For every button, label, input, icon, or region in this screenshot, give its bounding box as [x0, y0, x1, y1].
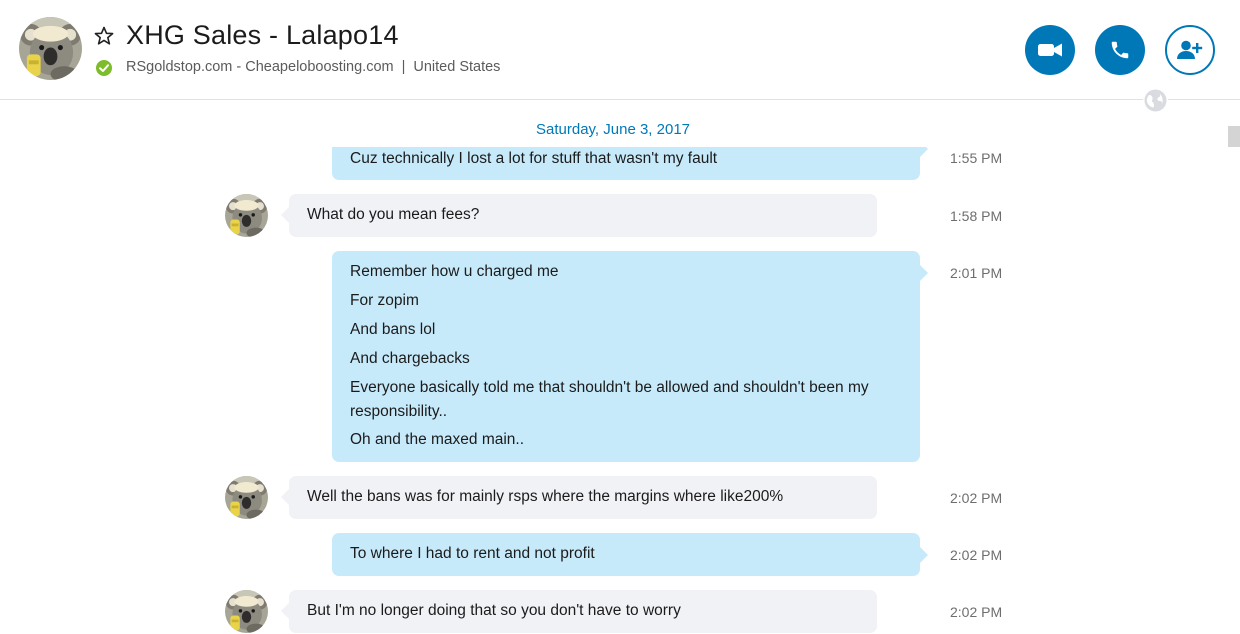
message-text: Everyone basically told me that shouldn'… [350, 379, 869, 396]
video-camera-icon [1038, 43, 1062, 57]
message-timestamp: 1:58 PM [950, 208, 1003, 224]
message-timestamp: 2:02 PM [950, 490, 1003, 506]
message-text: To where I had to rent and not profit [350, 545, 595, 562]
sender-avatar[interactable] [225, 476, 268, 519]
outgoing-message-bubble[interactable]: To where I had to rent and not profit [332, 533, 928, 576]
conversation-title[interactable]: XHG Sales - Lalapo14 [126, 20, 399, 51]
video-call-button[interactable] [1025, 25, 1075, 75]
message-timestamp: 2:02 PM [950, 547, 1003, 563]
globe-icon[interactable] [1143, 88, 1168, 113]
message-text: For zopim [350, 292, 419, 309]
subtitle-separator: | [401, 59, 406, 75]
message-timestamp: 2:01 PM [950, 265, 1003, 281]
sender-avatar[interactable] [225, 590, 268, 633]
phone-icon [1111, 41, 1129, 59]
outgoing-message-bubble[interactable]: Cuz technically I lost a lot for stuff t… [332, 147, 928, 180]
favorite-star-icon[interactable] [94, 26, 114, 46]
message-text: Cuz technically I lost a lot for stuff t… [350, 150, 718, 167]
message-text: Well the bans was for mainly rsps where … [307, 488, 784, 505]
audio-call-button[interactable] [1095, 25, 1145, 75]
message-text: But I'm no longer doing that so you don'… [307, 602, 681, 619]
incoming-message-bubble[interactable]: What do you mean fees? [281, 194, 877, 237]
scrollbar-thumb[interactable] [1228, 126, 1240, 147]
online-status-icon [96, 60, 112, 76]
outgoing-message-bubble[interactable]: Remember how u charged me For zopim And … [332, 251, 928, 462]
contact-avatar[interactable] [19, 17, 82, 80]
message-text: Remember how u charged me [350, 263, 559, 280]
conversation-header: XHG Sales - Lalapo14 RSgoldstop.com - Ch… [0, 0, 1240, 100]
message-timestamp: 2:02 PM [950, 604, 1003, 620]
message-text: And chargebacks [350, 350, 470, 367]
message-text: What do you mean fees? [307, 206, 480, 223]
contact-subtitle: RSgoldstop.com - Cheapeloboosting.com | Un… [126, 59, 500, 75]
add-contact-icon [1177, 40, 1203, 59]
add-people-button[interactable] [1165, 25, 1215, 75]
message-text: responsibility.. [350, 403, 448, 420]
message-text: And bans lol [350, 321, 436, 338]
message-timestamp: 1:55 PM [950, 150, 1003, 166]
incoming-message-bubble[interactable]: But I'm no longer doing that so you don'… [281, 590, 877, 633]
mood-message: RSgoldstop.com - Cheapeloboosting.com [126, 59, 394, 75]
sender-avatar[interactable] [225, 194, 268, 237]
message-row-clipped: Cuz technically I lost a lot for stuff t… [0, 147, 1226, 187]
message-text: Oh and the maxed main.. [350, 431, 525, 448]
contact-location: United States [413, 59, 501, 75]
incoming-message-bubble[interactable]: Well the bans was for mainly rsps where … [281, 476, 877, 519]
date-separator: Saturday, June 3, 2017 [536, 121, 690, 138]
